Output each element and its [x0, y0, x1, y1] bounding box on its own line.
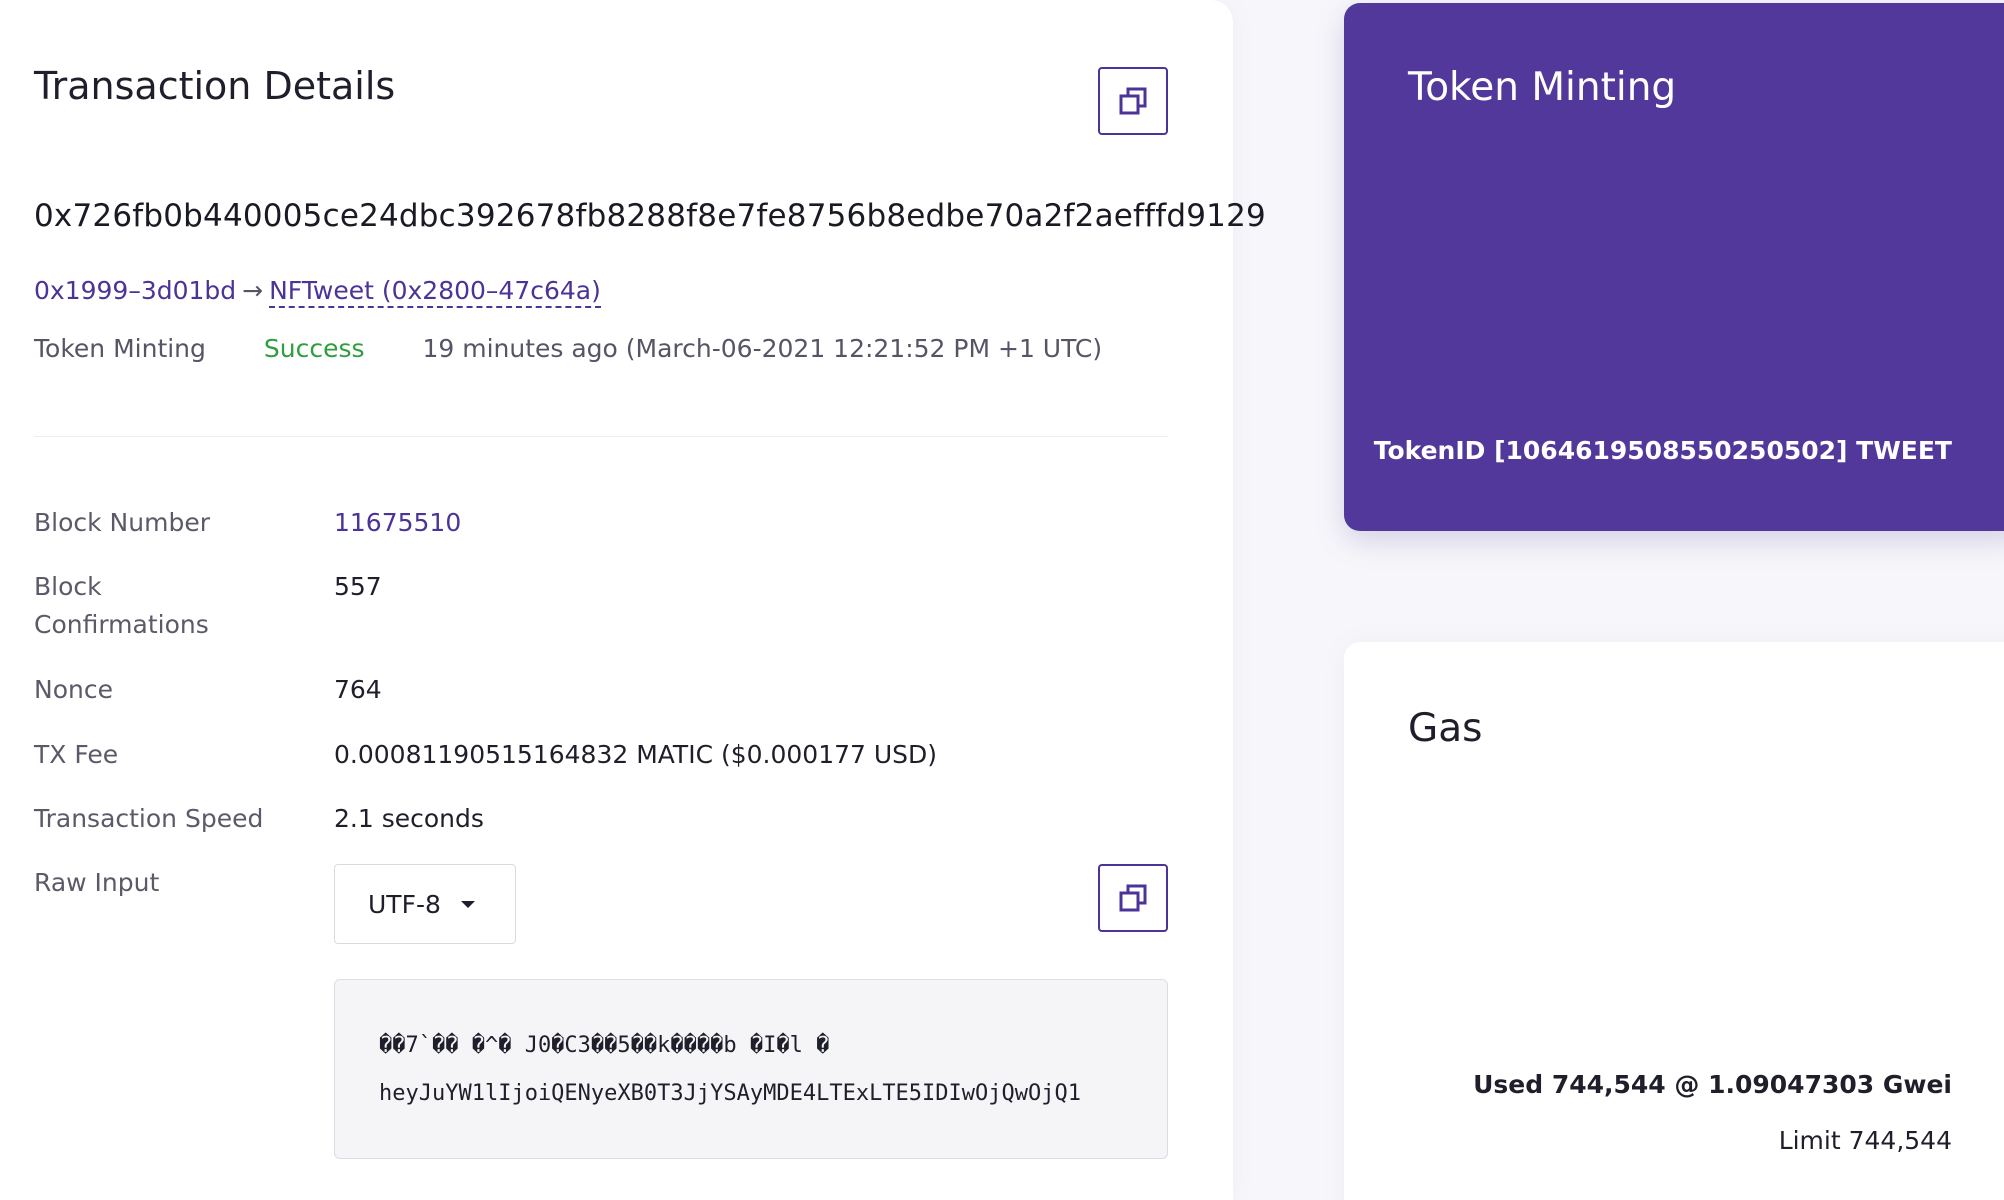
- arrow-icon: →: [242, 276, 264, 305]
- block-confirmations-value: 557: [334, 572, 382, 601]
- transaction-route: 0x1999–3d01bd → NFTweet (0x2800–47c64a): [34, 276, 601, 308]
- transaction-details-card: Transaction Details 0x726fb0b440005ce24d…: [0, 0, 1266, 1200]
- transaction-speed-label: Transaction Speed: [34, 804, 264, 833]
- transaction-meta: Token Minting Success 19 minutes ago (Ma…: [34, 334, 1102, 363]
- gas-card: Gas Used 744,544 @ 1.09047303 Gwei Limit…: [1344, 642, 2004, 1200]
- chevron-down-icon: [460, 900, 475, 908]
- raw-input-line: heyJuYW1lIjoiQENyeXB0T3JjYSAyMDE4LTExLTE…: [379, 1081, 1081, 1106]
- raw-input-label: Raw Input: [34, 868, 160, 897]
- to-contract-link[interactable]: NFTweet (0x2800–47c64a): [269, 276, 601, 308]
- tx-fee-label: TX Fee: [34, 740, 119, 769]
- block-number-link[interactable]: 11675510: [334, 504, 461, 542]
- gas-card-title: Gas: [1408, 706, 1483, 751]
- copy-icon: [1119, 87, 1147, 115]
- nonce-value: 764: [334, 675, 382, 704]
- raw-input-box[interactable]: ��7`�� �^� J0�C3��5��k����b �I�l � heyJu…: [334, 979, 1168, 1159]
- page-title: Transaction Details: [34, 64, 396, 108]
- transaction-hash: 0x726fb0b440005ce24dbc392678fb8288f8e7fe…: [34, 198, 1266, 234]
- token-minting-card: Token Minting TokenID [10646195085502505…: [1344, 3, 2004, 531]
- encoding-select[interactable]: UTF-8: [334, 864, 516, 944]
- raw-input-line: ��7`�� �^� J0�C3��5��k����b �I�l �: [379, 1033, 830, 1058]
- method-label: Token Minting: [34, 334, 206, 363]
- divider: [34, 436, 1168, 437]
- encoding-value: UTF-8: [368, 889, 441, 919]
- token-card-title: Token Minting: [1408, 65, 1677, 110]
- copy-hash-button[interactable]: [1098, 67, 1168, 135]
- gas-used: Used 744,544 @ 1.09047303 Gwei: [1473, 1070, 1952, 1099]
- from-address-link[interactable]: 0x1999–3d01bd: [34, 276, 236, 305]
- copy-icon: [1119, 884, 1147, 912]
- gas-limit: Limit 744,544: [1778, 1126, 1952, 1155]
- page: Transaction Details 0x726fb0b440005ce24d…: [0, 0, 2004, 1200]
- block-confirmations-label: Block Confirmations: [34, 572, 209, 639]
- copy-raw-input-button[interactable]: [1098, 864, 1168, 932]
- tx-fee-value: 0.00081190515164832 MATIC ($0.000177 USD…: [334, 740, 938, 769]
- status-badge: Success: [263, 334, 365, 363]
- timestamp: 19 minutes ago (March-06-2021 12:21:52 P…: [422, 334, 1103, 363]
- transaction-speed-value: 2.1 seconds: [334, 804, 484, 833]
- nonce-label: Nonce: [34, 675, 113, 704]
- block-number-label: Block Number: [34, 508, 210, 537]
- token-id: TokenID [1064619508550250502] TWEET: [1373, 436, 1952, 465]
